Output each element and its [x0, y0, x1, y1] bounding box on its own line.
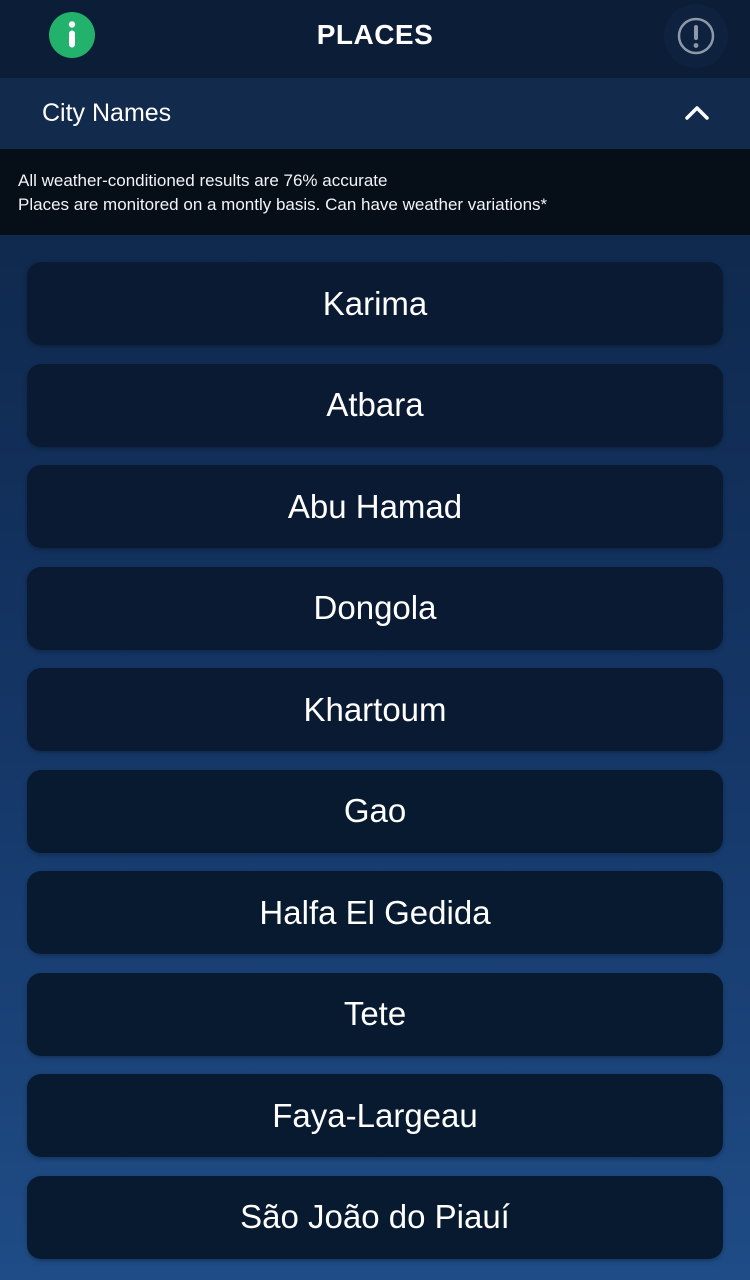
notice-line-1: All weather-conditioned results are 76% … — [18, 171, 388, 190]
city-item-sao-joao-do-piaui[interactable]: São João do Piauí — [27, 1175, 723, 1259]
city-item-gao[interactable]: Gao — [27, 769, 723, 853]
city-item-khartoum[interactable]: Khartoum — [27, 668, 723, 751]
chevron-up-icon[interactable] — [680, 98, 714, 128]
city-item-tete[interactable]: Tete — [27, 972, 723, 1056]
city-item-dongola[interactable]: Dongola — [27, 566, 723, 650]
alert-button[interactable] — [664, 4, 728, 68]
city-list: Karima Atbara Abu Hamad Dongola Khartoum… — [27, 262, 723, 1277]
city-item-atbara[interactable]: Atbara — [27, 363, 723, 447]
accuracy-notice: All weather-conditioned results are 76% … — [0, 149, 750, 235]
city-names-accordion[interactable]: City Names — [0, 78, 750, 149]
city-item-karima[interactable]: Karima — [27, 262, 723, 345]
accordion-label: City Names — [42, 99, 172, 127]
top-bar: PLACES — [0, 0, 750, 78]
notice-line-2: Places are monitored on a montly basis. … — [18, 195, 548, 214]
city-item-faya-largeau[interactable]: Faya-Largeau — [27, 1074, 723, 1157]
exclamation-icon — [677, 17, 715, 55]
city-item-halfa-el-gedida[interactable]: Halfa El Gedida — [27, 871, 723, 954]
city-item-abu-hamad[interactable]: Abu Hamad — [27, 465, 723, 548]
page-title: PLACES — [316, 19, 434, 50]
